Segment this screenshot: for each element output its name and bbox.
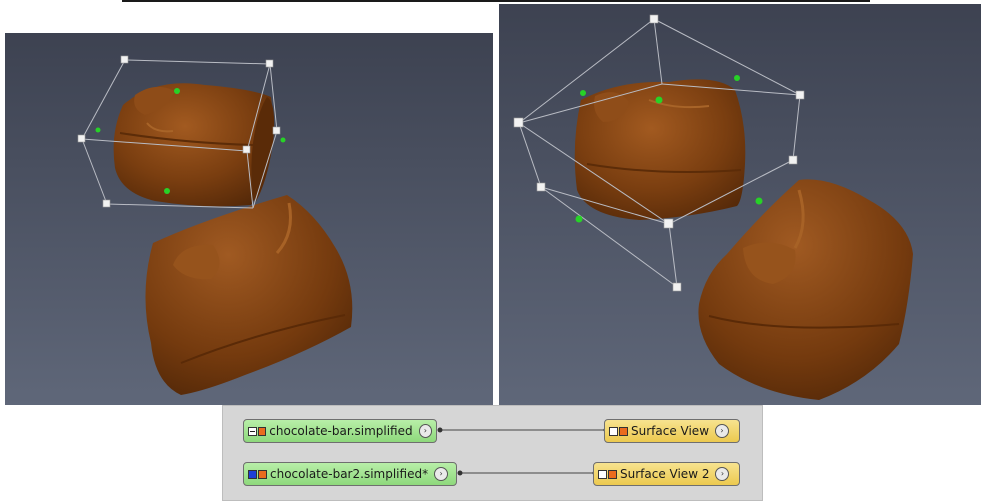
circle-chevron-right-icon[interactable]: › [715,467,730,481]
circle-chevron-right-icon[interactable]: › [715,424,730,438]
white-square-icon[interactable] [598,469,607,479]
chocolate-bar-mesh[interactable] [113,83,275,207]
output-port-dot [437,427,443,433]
node-label: chocolate-bar.simplified [269,424,413,438]
node-label: chocolate-bar2.simplified* [270,467,429,481]
output-port-dot [457,470,463,476]
orange-square-icon [619,426,628,436]
viewer-right[interactable] [499,4,981,405]
node-label: Surface View 2 [620,467,710,481]
module-node-surface-view-2[interactable]: Surface View 2 › [593,462,740,486]
toggle-minus-icon[interactable] [248,426,257,436]
viewer-left[interactable] [5,33,493,405]
circle-chevron-right-icon[interactable]: › [434,467,449,481]
data-node-chocolate-bar-simplified[interactable]: chocolate-bar.simplified › [243,419,437,443]
top-separator-line [122,0,870,2]
module-node-surface-view[interactable]: Surface View › [604,419,740,443]
white-square-icon[interactable] [609,426,618,436]
node-label: Surface View [631,424,710,438]
orange-square-icon [608,469,617,479]
data-node-chocolate-bar2-simplified[interactable]: chocolate-bar2.simplified* › [243,462,457,486]
orange-square-icon [257,426,267,436]
blue-square-icon[interactable] [248,469,257,479]
orange-square-icon [258,469,267,479]
circle-chevron-right-icon[interactable]: › [418,424,432,438]
project-graph-view[interactable]: chocolate-bar.simplified › Surface View … [222,405,763,501]
